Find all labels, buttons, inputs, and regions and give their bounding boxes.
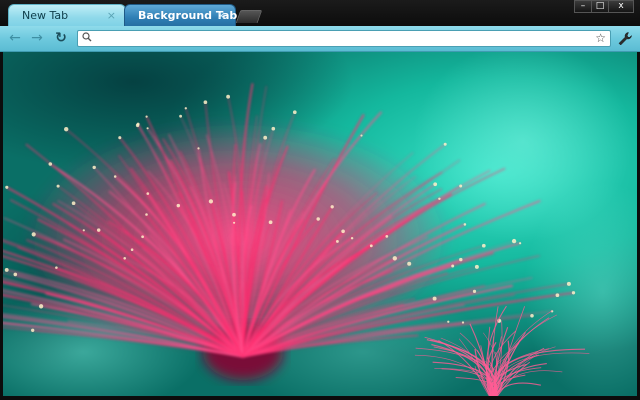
filament-tip	[530, 314, 534, 318]
filament-tip	[518, 242, 522, 245]
filament-tip	[4, 267, 9, 272]
filament-tip	[369, 244, 373, 248]
tab-close-icon[interactable]: ×	[107, 5, 116, 27]
filament-tip	[31, 328, 35, 332]
filament-tip	[233, 221, 236, 224]
filament-tip	[56, 184, 60, 188]
filament-tip	[571, 291, 576, 295]
new-tab-button[interactable]	[235, 10, 263, 23]
reload-icon[interactable]: ↻	[52, 29, 70, 47]
filament-tip	[555, 293, 560, 298]
filament-tip	[55, 266, 58, 269]
filament-tip	[145, 115, 148, 118]
filament-tip	[459, 184, 463, 188]
filament-tip	[146, 192, 150, 195]
filament-tip	[123, 257, 126, 260]
filament-tip	[463, 223, 467, 226]
browser-window: New Tab × Background Tab × – □ x ← → ↻ ☆	[0, 0, 640, 400]
filament-tip	[472, 289, 477, 294]
filament-tip	[474, 264, 479, 269]
filament-tip	[232, 212, 236, 217]
filament-tip	[330, 205, 334, 209]
back-arrow-icon[interactable]: ←	[6, 29, 24, 47]
filament-tip	[197, 147, 200, 150]
filament-tip	[31, 232, 36, 237]
filament-tip	[335, 239, 339, 243]
filament-tip	[130, 248, 134, 251]
filament-tip	[271, 126, 276, 131]
filament-tip	[136, 122, 140, 126]
filament-tip	[64, 127, 69, 132]
window-controls: – □ x	[574, 0, 634, 13]
filament-tip	[451, 264, 455, 268]
tab-background-tab[interactable]: Background Tab ×	[124, 4, 237, 27]
filament-tip	[13, 272, 18, 277]
toolbar: ← → ↻ ☆	[0, 26, 640, 52]
filament-tip	[226, 94, 231, 99]
minimize-button[interactable]: –	[574, 0, 592, 13]
filament-tip	[350, 236, 354, 240]
filament-tip	[341, 229, 345, 234]
filament-tip	[263, 135, 268, 140]
filament-tip	[481, 243, 486, 248]
filament-tip	[141, 235, 144, 239]
omnibox[interactable]: ☆	[77, 30, 611, 47]
filament-tip	[71, 201, 76, 206]
filament-tip	[82, 229, 85, 232]
filament-tip	[459, 257, 463, 262]
tab-label: New Tab	[22, 9, 69, 22]
filament-tip	[184, 107, 187, 110]
filament-tip	[566, 281, 571, 286]
wrench-icon[interactable]	[617, 31, 633, 47]
filament-tip	[292, 110, 297, 115]
filament-tip	[176, 203, 181, 208]
maximize-button[interactable]: □	[591, 0, 609, 13]
close-window-button[interactable]: x	[608, 0, 634, 13]
tab-new-tab[interactable]: New Tab ×	[8, 4, 126, 26]
filament-tip	[5, 185, 9, 189]
filament-tip	[432, 296, 437, 301]
filament-tip	[433, 182, 438, 187]
omnibox-input[interactable]	[96, 32, 586, 45]
filament-tip	[316, 217, 320, 221]
star-icon[interactable]: ☆	[595, 30, 606, 46]
filament-tip	[145, 213, 148, 216]
filament-tip	[179, 114, 183, 118]
window-frame	[0, 396, 640, 400]
filament-tip	[511, 238, 517, 244]
flower-background-image	[3, 52, 637, 396]
filament-tip	[360, 134, 363, 137]
filament-tip	[113, 175, 117, 178]
filament-tip	[392, 256, 397, 261]
filament-tip	[407, 261, 412, 266]
filament-tip	[48, 162, 53, 166]
filament-tip	[268, 220, 273, 225]
filament-tip	[208, 199, 214, 204]
filament-tip	[438, 197, 441, 201]
tab-strip: New Tab × Background Tab × – □ x	[0, 0, 640, 26]
filament-tip	[96, 228, 101, 232]
filament-tip	[461, 321, 465, 324]
tab-close-icon[interactable]: ×	[217, 5, 226, 27]
filament-tip	[118, 136, 122, 140]
filament-tip	[38, 304, 44, 309]
filament-tip	[385, 235, 389, 238]
filament-tip	[203, 100, 208, 105]
filament-tip	[443, 142, 447, 146]
filament-tip	[447, 320, 450, 323]
filament-tip	[146, 127, 149, 130]
search-icon	[82, 32, 92, 42]
new-tab-page-theme-background	[3, 52, 637, 396]
filament-tip	[92, 165, 96, 170]
forward-arrow-icon[interactable]: →	[28, 29, 46, 47]
